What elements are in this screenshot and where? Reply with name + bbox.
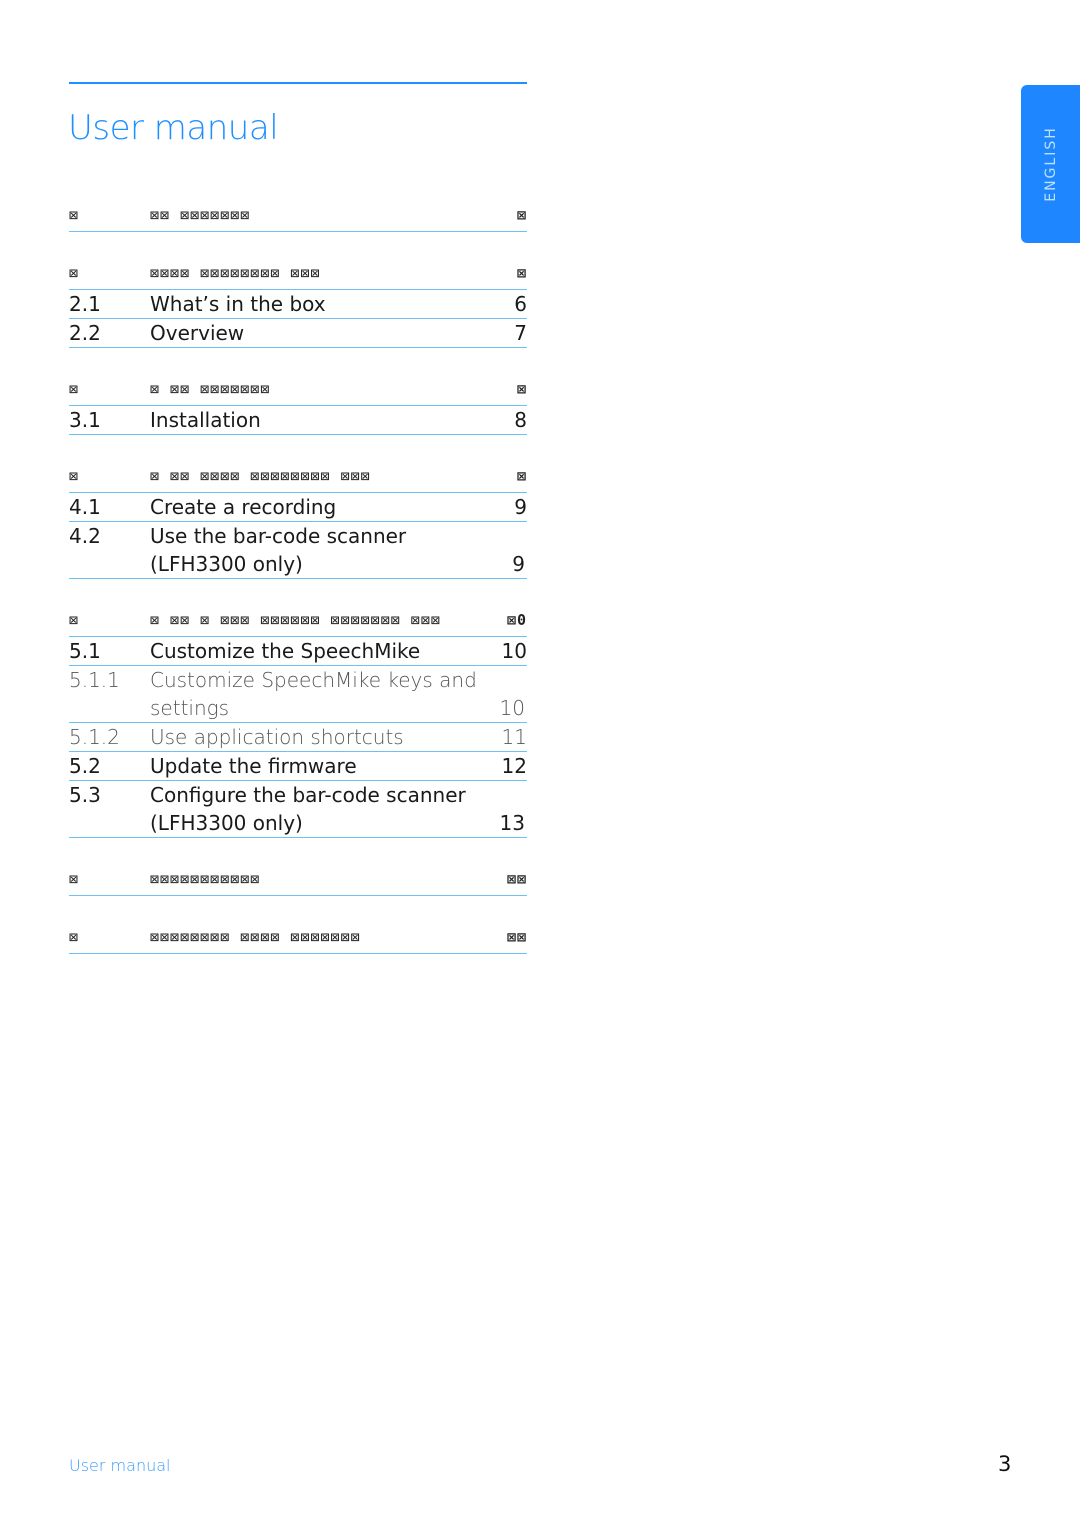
toc-chapter-row[interactable]: ⊠ ⊠⊠⊠⊠ ⊠⊠⊠⊠⊠⊠⊠⊠ ⊠⊠⊠ ⊠ — [69, 258, 527, 290]
toc-entry-number: ⊠ — [69, 928, 80, 946]
toc-entry-row[interactable]: 5.1.1 Customize SpeechMike keys and setti… — [69, 666, 527, 723]
toc-entry-row[interactable]: 5.1.2 Use application shortcuts 11 — [69, 723, 527, 752]
toc-entry-row[interactable]: 4.1 Create a recording 9 — [69, 493, 527, 522]
toc-chapter-row[interactable]: ⊠ ⊠ ⊠⊠ ⊠ ⊠⊠⊠ ⊠⊠⊠⊠⊠⊠ ⊠⊠⊠⊠⊠⊠⊠ ⊠⊠⊠ ⊠0 — [69, 605, 527, 637]
toc-chapter-row[interactable]: ⊠ ⊠ ⊠⊠ ⊠⊠⊠⊠ ⊠⊠⊠⊠⊠⊠⊠⊠ ⊠⊠⊠ ⊠ — [69, 461, 527, 493]
toc-entry-title: ⊠ ⊠⊠ ⊠ ⊠⊠⊠ ⊠⊠⊠⊠⊠⊠ ⊠⊠⊠⊠⊠⊠⊠ ⊠⊠⊠ — [150, 611, 441, 629]
toc-entry-title: Installation — [150, 408, 261, 432]
toc-chapter-row[interactable]: ⊠ ⊠⊠ ⊠⊠⊠⊠⊠⊠⊠ ⊠ — [69, 200, 527, 232]
toc-entry-title: ⊠ ⊠⊠ ⊠⊠⊠⊠⊠⊠⊠ — [150, 380, 271, 398]
toc-entry-page: ⊠ — [516, 264, 527, 282]
toc-entry-title: Use application shortcuts — [150, 725, 404, 749]
toc-entry-title: Customize SpeechMike keys and settings — [150, 668, 477, 720]
toc-entry-page: 7 — [514, 321, 527, 345]
toc-entry-title: ⊠⊠⊠⊠⊠⊠⊠⊠⊠⊠⊠ — [150, 870, 261, 888]
toc-entry-row[interactable]: 2.2 Overview 7 — [69, 319, 527, 348]
page-title: User manual — [68, 108, 279, 148]
toc-entry-row[interactable]: 5.3 Configure the bar-code scanner (LFH33… — [69, 781, 527, 838]
toc-entry-number: ⊠ — [69, 870, 80, 888]
page-number: 3 — [998, 1452, 1012, 1476]
toc-entry-title: Overview — [150, 321, 245, 345]
toc-entry-row[interactable]: 4.2 Use the bar-code scanner (LFH3300 onl… — [69, 522, 527, 579]
top-rule — [69, 82, 527, 84]
toc-entry-number: 4.1 — [69, 495, 101, 519]
toc-entry-number: 5.1.1 — [69, 668, 120, 692]
toc-spacer — [69, 435, 527, 461]
toc-entry-page: 9 — [512, 552, 525, 576]
toc-entry-number: 2.1 — [69, 292, 101, 316]
toc-entry-row[interactable]: 3.1 Installation 8 — [69, 406, 527, 435]
toc-spacer — [69, 838, 527, 864]
toc-entry-page: 6 — [514, 292, 527, 316]
toc-entry-page: 8 — [514, 408, 527, 432]
toc-entry-number: 5.2 — [69, 754, 101, 778]
toc-spacer — [69, 348, 527, 374]
toc-entry-number: 5.3 — [69, 783, 101, 807]
toc-entry-title: ⊠⊠⊠⊠ ⊠⊠⊠⊠⊠⊠⊠⊠ ⊠⊠⊠ — [150, 264, 321, 282]
toc-spacer — [69, 896, 527, 922]
toc-chapter-row[interactable]: ⊠ ⊠⊠⊠⊠⊠⊠⊠⊠ ⊠⊠⊠⊠ ⊠⊠⊠⊠⊠⊠⊠ ⊠⊠ — [69, 922, 527, 954]
toc-entry-page: ⊠⊠ — [506, 928, 527, 946]
toc-entry-page: 10 — [499, 696, 525, 720]
toc-entry-page: 11 — [501, 725, 527, 749]
toc-entry-number: ⊠ — [69, 467, 80, 485]
toc-entry-row[interactable]: 5.1 Customize the SpeechMike 10 — [69, 637, 527, 666]
toc-entry-title: ⊠ ⊠⊠ ⊠⊠⊠⊠ ⊠⊠⊠⊠⊠⊠⊠⊠ ⊠⊠⊠ — [150, 467, 371, 485]
toc-entry-page: ⊠ — [516, 206, 527, 224]
toc-entry-page: ⊠ — [516, 380, 527, 398]
toc-entry-number: 3.1 — [69, 408, 101, 432]
toc-entry-number: 2.2 — [69, 321, 101, 345]
toc-entry-page: 9 — [514, 495, 527, 519]
toc-entry-title: Create a recording — [150, 495, 337, 519]
toc-spacer — [69, 579, 527, 605]
footer-title: User manual — [69, 1456, 171, 1475]
toc-entry-title: What’s in the box — [150, 292, 326, 316]
toc-entry-row[interactable]: 5.2 Update the firmware 12 — [69, 752, 527, 781]
language-label: ENGLISH — [1042, 126, 1059, 202]
toc-entry-page: ⊠⊠ — [506, 870, 527, 888]
toc-entry-number: ⊠ — [69, 380, 80, 398]
toc-chapter-row[interactable]: ⊠ ⊠⊠⊠⊠⊠⊠⊠⊠⊠⊠⊠ ⊠⊠ — [69, 864, 527, 896]
toc-entry-title: Use the bar-code scanner (LFH3300 only) — [150, 524, 407, 576]
toc-entry-number: ⊠ — [69, 611, 80, 629]
language-tab: ENGLISH — [1021, 85, 1080, 243]
toc-entry-title: Customize the SpeechMike — [150, 639, 421, 663]
toc-entry-number: 5.1 — [69, 639, 101, 663]
toc-entry-row[interactable]: 2.1 What’s in the box 6 — [69, 290, 527, 319]
toc-entry-number: 5.1.2 — [69, 725, 120, 749]
toc-entry-number: ⊠ — [69, 264, 80, 282]
toc-entry-number: 4.2 — [69, 524, 101, 548]
toc-chapter-row[interactable]: ⊠ ⊠ ⊠⊠ ⊠⊠⊠⊠⊠⊠⊠ ⊠ — [69, 374, 527, 406]
toc-entry-page: 10 — [501, 639, 527, 663]
toc-entry-page: ⊠0 — [506, 611, 527, 629]
toc-spacer — [69, 232, 527, 258]
toc-entry-number: ⊠ — [69, 206, 80, 224]
toc-entry-title: Update the firmware — [150, 754, 357, 778]
table-of-contents: ⊠ ⊠⊠ ⊠⊠⊠⊠⊠⊠⊠ ⊠ ⊠ ⊠⊠⊠⊠ ⊠⊠⊠⊠⊠⊠⊠⊠ ⊠⊠⊠ ⊠ 2.1 What’s… — [69, 200, 527, 954]
toc-entry-title: ⊠⊠⊠⊠⊠⊠⊠⊠ ⊠⊠⊠⊠ ⊠⊠⊠⊠⊠⊠⊠ — [150, 928, 361, 946]
toc-entry-title: ⊠⊠ ⊠⊠⊠⊠⊠⊠⊠ — [150, 206, 251, 224]
toc-entry-page: 13 — [499, 811, 525, 835]
toc-entry-page: 12 — [501, 754, 527, 778]
toc-entry-title: Configure the bar-code scanner (LFH3300 … — [150, 783, 466, 835]
toc-entry-page: ⊠ — [516, 467, 527, 485]
